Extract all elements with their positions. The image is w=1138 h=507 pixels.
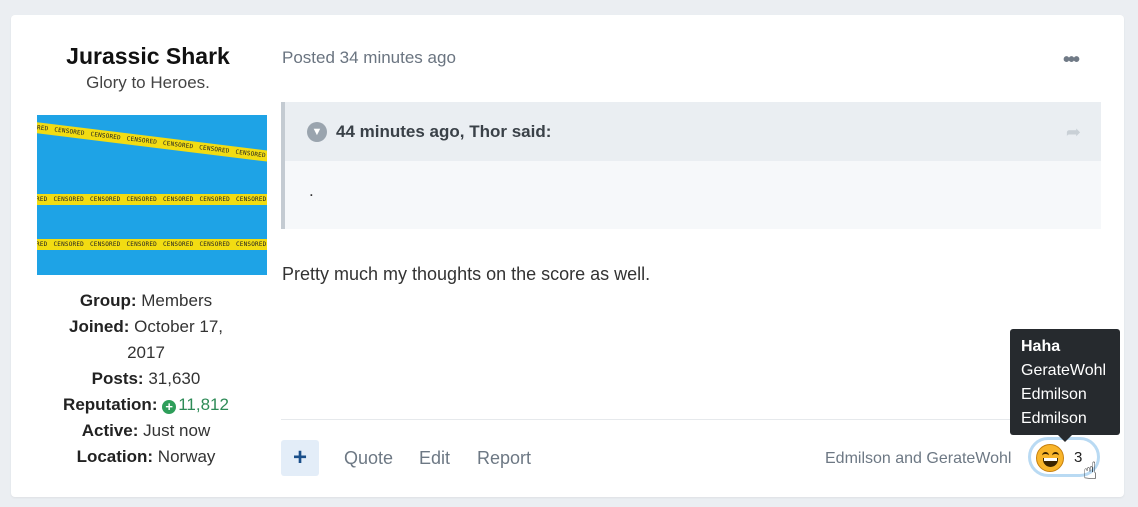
post-date[interactable]: Posted 34 minutes ago [282, 48, 456, 68]
tooltip-name: GerateWohl [1021, 362, 1107, 379]
stat-posts: Posts: 31,630 [91, 369, 201, 388]
author-name[interactable]: Jurassic Shark [41, 41, 255, 71]
edit-button[interactable]: Edit [419, 448, 450, 469]
report-button[interactable]: Report [477, 448, 531, 469]
avatar[interactable]: CENSORED CENSORED CENSORED CENSORED CENSORED… [37, 115, 267, 275]
stat-joined: Joined: October 17, 2017 [68, 317, 223, 362]
post-body: Pretty much my thoughts on the score as … [282, 264, 651, 284]
author-title: Glory to Heroes. [86, 73, 210, 92]
stat-location: Location: Norway [76, 447, 216, 466]
plus-circle-icon: + [162, 400, 177, 414]
quote-header[interactable]: ▼ 44 minutes ago, Thor said: ➦ [285, 102, 1101, 161]
tooltip-title: Haha [1021, 338, 1061, 355]
author-info: Jurassic Shark Glory to Heroes. [37, 41, 255, 95]
stat-reputation: Reputation: +11,812 [63, 395, 229, 414]
quote-citation: 44 minutes ago, Thor said: [336, 121, 552, 141]
reacted-by[interactable]: Edmilson and GerateWohl [825, 450, 1011, 468]
quote-body: . [309, 181, 314, 200]
avatar-tape: CENSOREDCENSOREDCENSOREDCENSOREDCENSORED… [37, 119, 267, 166]
stat-group: Group: Members [79, 291, 213, 310]
avatar-tape: CENSOREDCENSOREDCENSOREDCENSOREDCENSORED… [37, 239, 267, 250]
divider [281, 419, 1101, 420]
haha-emoji-icon [1036, 444, 1064, 472]
quote-button[interactable]: Quote [344, 448, 393, 469]
multiquote-button[interactable]: + [281, 440, 319, 476]
quote-block: ▼ 44 minutes ago, Thor said: ➦ . [281, 102, 1101, 229]
stat-active: Active: Just now [81, 421, 211, 440]
share-arrow-icon[interactable]: ➦ [1066, 122, 1081, 143]
chevron-down-icon[interactable]: ▼ [307, 121, 327, 142]
tooltip-name: Edmilson [1021, 386, 1087, 403]
avatar-tape: CENSOREDCENSOREDCENSOREDCENSOREDCENSORED… [37, 194, 267, 205]
more-options-icon[interactable]: ••• [1063, 49, 1080, 72]
hand-cursor-icon: ☝ [1083, 458, 1098, 485]
tooltip-name: Edmilson [1021, 410, 1087, 427]
author-stats: Group: Members Joined: October 17, 2017 … [37, 288, 255, 470]
post-card: Jurassic Shark Glory to Heroes. CENSORED… [11, 15, 1124, 497]
reaction-tooltip: Haha GerateWohl Edmilson Edmilson [1010, 329, 1120, 442]
reaction-count: 3 [1074, 449, 1083, 466]
